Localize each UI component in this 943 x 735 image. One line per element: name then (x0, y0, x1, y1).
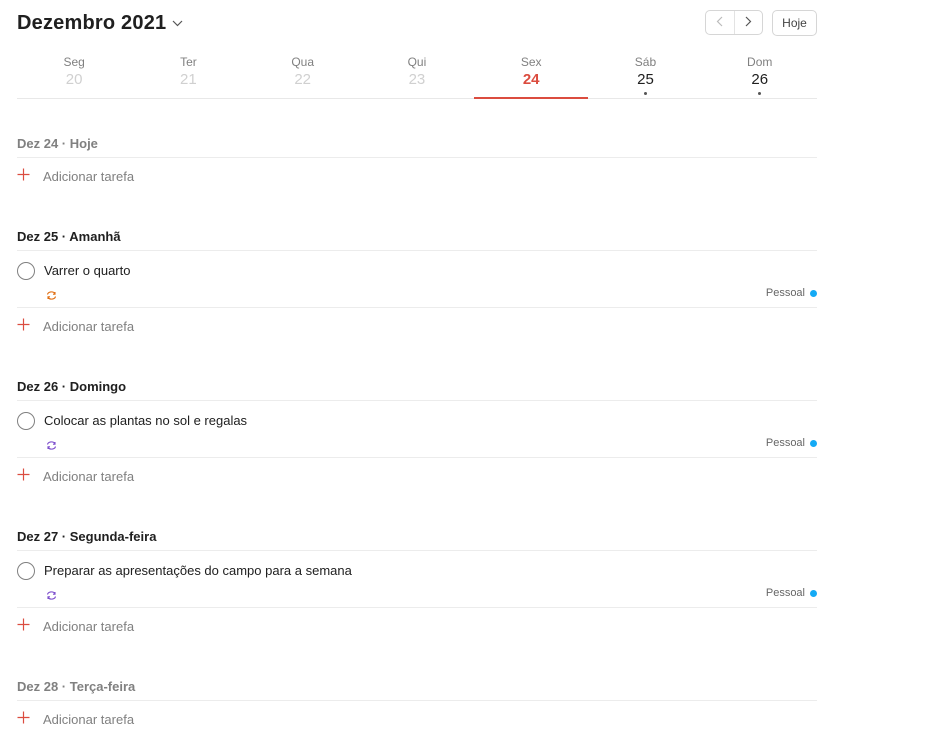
section-heading: Dez 27 · Segunda-feira (17, 529, 817, 551)
week-nav (705, 10, 763, 35)
section-heading: Dez 26 · Domingo (17, 379, 817, 401)
add-task-button[interactable]: Adicionar tarefa (17, 458, 817, 492)
day-name: Dom (747, 55, 773, 69)
day-section: Dez 27 · Segunda-feira Preparar as apres… (17, 529, 817, 642)
day-section: Dez 26 · Domingo Colocar as plantas no s… (17, 379, 817, 492)
day-section: Dez 24 · Hoje Adicionar tarefa (17, 136, 817, 192)
add-task-button[interactable]: Adicionar tarefa (17, 158, 817, 192)
plus-icon (17, 168, 30, 186)
today-button[interactable]: Hoje (772, 10, 817, 36)
project-color-dot (810, 589, 817, 597)
recurring-icon (46, 287, 57, 305)
add-task-label: Adicionar tarefa (43, 619, 135, 634)
plus-icon (17, 618, 30, 636)
chevron-down-icon (172, 10, 183, 33)
week-strip: Seg 20 Ter 21 Qua 22 Qui 23 Sex 24 Sáb 2… (17, 42, 817, 99)
day-number: 25 (637, 71, 654, 88)
day-number: 24 (522, 71, 540, 88)
day-tue[interactable]: Ter 21 (131, 42, 245, 98)
project-color-dot (810, 439, 817, 447)
day-thu[interactable]: Qui 23 (360, 42, 474, 98)
complete-task-checkbox[interactable] (17, 562, 35, 580)
add-task-label: Adicionar tarefa (43, 319, 135, 334)
day-number: 26 (751, 71, 769, 88)
add-task-label: Adicionar tarefa (43, 169, 135, 184)
task-item[interactable]: Colocar as plantas no sol e regalas Pess… (17, 401, 817, 458)
recurring-icon (46, 587, 57, 605)
day-name: Sex (520, 55, 542, 69)
add-task-button[interactable]: Adicionar tarefa (17, 608, 817, 642)
upcoming-view: Dezembro 2021 Hoje Seg 20 Ter 21 Qua 22 … (17, 0, 817, 735)
add-task-label: Adicionar tarefa (43, 712, 135, 727)
add-task-label: Adicionar tarefa (43, 469, 135, 484)
day-number: 21 (180, 71, 197, 88)
day-section: Dez 25 · Amanhã Varrer o quarto Pessoal … (17, 229, 817, 342)
project-label[interactable]: Pessoal (766, 437, 817, 449)
day-fri-selected[interactable]: Sex 24 (474, 42, 589, 99)
project-name: Pessoal (765, 287, 805, 299)
day-number: 23 (408, 71, 426, 88)
recurring-icon (46, 437, 57, 455)
task-indicator-dot (758, 92, 762, 95)
plus-icon (17, 318, 30, 336)
month-selector[interactable]: Dezembro 2021 (17, 12, 183, 35)
chevron-left-icon (716, 14, 723, 32)
day-sun[interactable]: Dom 26 (703, 42, 817, 98)
day-number: 20 (65, 71, 83, 88)
day-name: Sáb (634, 55, 657, 69)
next-week-button[interactable] (733, 11, 763, 34)
day-name: Qui (407, 55, 427, 69)
header: Dezembro 2021 Hoje (17, 0, 817, 42)
add-task-button[interactable]: Adicionar tarefa (17, 701, 817, 735)
project-color-dot (810, 289, 817, 297)
day-name: Qua (291, 55, 314, 69)
project-label[interactable]: Pessoal (766, 287, 817, 299)
day-name: Ter (180, 55, 197, 69)
day-section: Dez 28 · Terça-feira Adicionar tarefa (17, 679, 817, 735)
task-title[interactable]: Colocar as plantas no sol e regalas (44, 413, 247, 428)
project-name: Pessoal (765, 587, 805, 599)
section-heading: Dez 25 · Amanhã (17, 229, 817, 251)
day-sat[interactable]: Sáb 25 (588, 42, 702, 98)
day-number: 22 (294, 71, 311, 88)
plus-icon (17, 468, 30, 486)
task-title[interactable]: Varrer o quarto (44, 263, 130, 278)
project-name: Pessoal (765, 437, 805, 449)
complete-task-checkbox[interactable] (17, 412, 35, 430)
section-heading: Dez 24 · Hoje (17, 136, 817, 158)
day-wed[interactable]: Qua 22 (246, 42, 360, 98)
plus-icon (17, 711, 30, 729)
chevron-right-icon (745, 14, 752, 32)
complete-task-checkbox[interactable] (17, 262, 35, 280)
project-label[interactable]: Pessoal (766, 587, 817, 599)
previous-week-button[interactable] (706, 11, 734, 34)
add-task-button[interactable]: Adicionar tarefa (17, 308, 817, 342)
task-indicator-dot (643, 92, 647, 95)
day-name: Seg (63, 55, 85, 69)
task-title[interactable]: Preparar as apresentações do campo para … (44, 563, 352, 578)
section-heading: Dez 28 · Terça-feira (17, 679, 817, 701)
task-item[interactable]: Preparar as apresentações do campo para … (17, 551, 817, 608)
day-mon[interactable]: Seg 20 (17, 42, 131, 98)
month-title: Dezembro 2021 (17, 12, 167, 34)
task-item[interactable]: Varrer o quarto Pessoal (17, 251, 817, 308)
